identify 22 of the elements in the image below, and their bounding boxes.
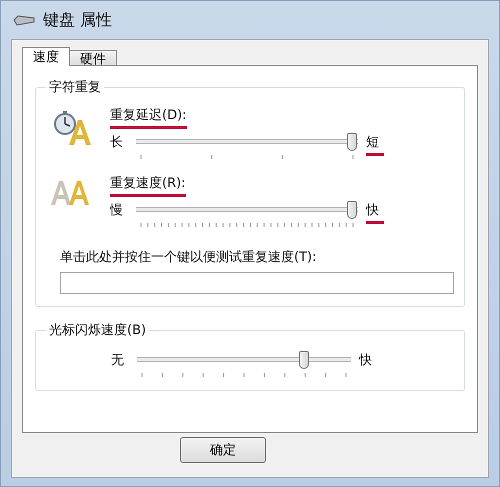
slider-thumb[interactable] (347, 133, 357, 151)
field-label: 单击此处并按住一个键以便测试重复速度(T): (60, 250, 316, 267)
slider-max-label: 快 (359, 352, 373, 370)
group-title: 字符重复 (48, 79, 102, 96)
slider-max-label: 快 (366, 201, 384, 224)
slider-thumb[interactable] (299, 351, 310, 369)
ok-button[interactable]: 确定 (180, 437, 266, 463)
letters-icon (51, 178, 91, 206)
slider-label: 重复延迟(D): (110, 106, 187, 129)
slider-thumb[interactable] (347, 201, 357, 219)
tab[interactable]: 硬件 (69, 50, 117, 66)
slider-min-label: 长 (110, 134, 124, 152)
group-title: 光标闪烁速度(B) (48, 322, 148, 339)
slider-min-label: 慢 (110, 202, 124, 220)
slider-label: 重复速度(R): (110, 174, 186, 197)
stopwatch-letter-icon (51, 110, 91, 146)
input-field[interactable] (60, 272, 454, 294)
tab[interactable]: 速度 (22, 47, 70, 66)
slider-max-label: 短 (366, 133, 384, 156)
keyboard-icon (13, 14, 35, 26)
slider-min-label: 无 (111, 352, 125, 370)
window-title: 键盘 属性 (43, 10, 112, 30)
